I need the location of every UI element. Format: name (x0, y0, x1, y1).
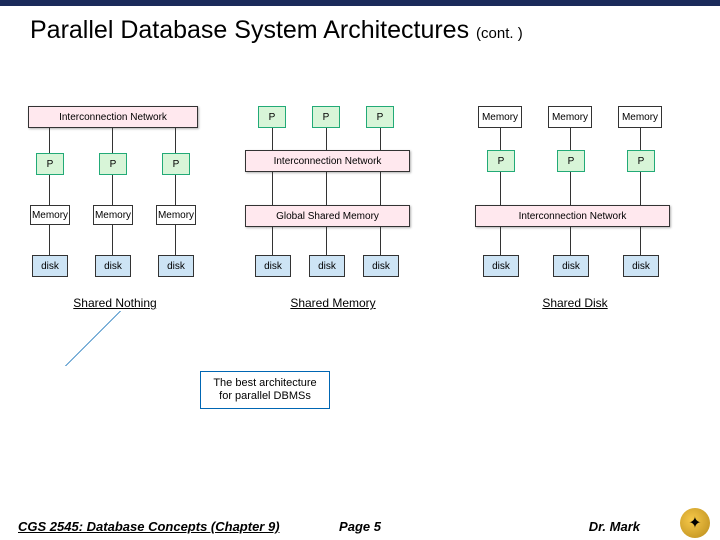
sn-mem3: Memory (156, 205, 196, 225)
sn-p1: P (36, 153, 64, 175)
sd-m3-p (640, 128, 641, 150)
sd-disk1: disk (483, 255, 519, 277)
sm-gsm-d1 (272, 227, 273, 255)
title-main: Parallel Database System Architectures (30, 16, 469, 44)
sd-net-d3 (640, 227, 641, 255)
logo-icon: ✦ (680, 508, 710, 538)
sn-mem1: Memory (30, 205, 70, 225)
sm-net-gsm-2 (326, 172, 327, 205)
sn-c3-net-p (175, 128, 176, 153)
sm-p3: P (366, 106, 394, 128)
sm-disk1: disk (255, 255, 291, 277)
sd-p1: P (487, 150, 515, 172)
sn-mem2: Memory (93, 205, 133, 225)
sm-net-gsm-1 (272, 172, 273, 205)
sm-p1: P (258, 106, 286, 128)
sd-p2-net (570, 172, 571, 205)
caption-shared-disk: Shared Disk (530, 296, 620, 310)
sm-disk3: disk (363, 255, 399, 277)
footer-mid: Page 5 (339, 519, 381, 534)
sn-interconnect: Interconnection Network (28, 106, 198, 128)
sn-p2: P (99, 153, 127, 175)
footer-left: CGS 2545: Database Concepts (Chapter 9) (18, 519, 280, 534)
sn-c1-net-p (49, 128, 50, 153)
sd-p3-net (640, 172, 641, 205)
sd-m2-p (570, 128, 571, 150)
sn-c2-p-mem (112, 175, 113, 205)
page-title: Parallel Database System Architectures (… (0, 6, 720, 45)
sn-c2-net-p (112, 128, 113, 153)
sd-net-d2 (570, 227, 571, 255)
sd-mem3: Memory (618, 106, 662, 128)
sn-c1-mem-disk (49, 225, 50, 255)
caption-shared-memory: Shared Memory (278, 296, 388, 310)
sd-p3: P (627, 150, 655, 172)
sn-disk3: disk (158, 255, 194, 277)
sn-c2-mem-disk (112, 225, 113, 255)
sn-c3-p-mem (175, 175, 176, 205)
title-cont: (cont. ) (476, 25, 523, 42)
sd-mem2: Memory (548, 106, 592, 128)
callout-box: The best architecture for parallel DBMSs (200, 371, 330, 409)
callout-line2: for parallel DBMSs (219, 390, 311, 403)
sd-mem1: Memory (478, 106, 522, 128)
sd-interconnect: Interconnection Network (475, 205, 670, 227)
sm-p2-net (326, 128, 327, 150)
sd-disk2: disk (553, 255, 589, 277)
sd-p2: P (557, 150, 585, 172)
sm-gsm-d2 (326, 227, 327, 255)
sn-disk1: disk (32, 255, 68, 277)
sn-c3-mem-disk (175, 225, 176, 255)
footer: CGS 2545: Database Concepts (Chapter 9) … (0, 519, 720, 534)
diagram-canvas: Interconnection Network P Memory disk P … (0, 76, 720, 456)
footer-right: Dr. Mark (589, 519, 640, 534)
callout-connector (65, 311, 121, 366)
sm-gsm-d3 (380, 227, 381, 255)
sm-disk2: disk (309, 255, 345, 277)
sm-p1-net (272, 128, 273, 150)
sm-interconnect: Interconnection Network (245, 150, 410, 172)
sd-net-d1 (500, 227, 501, 255)
sm-p3-net (380, 128, 381, 150)
sn-disk2: disk (95, 255, 131, 277)
sn-p3: P (162, 153, 190, 175)
sd-disk3: disk (623, 255, 659, 277)
sd-m1-p (500, 128, 501, 150)
sm-gsm: Global Shared Memory (245, 205, 410, 227)
sm-net-gsm-3 (380, 172, 381, 205)
callout-line1: The best architecture (213, 377, 316, 390)
caption-shared-nothing: Shared Nothing (60, 296, 170, 310)
sd-p1-net (500, 172, 501, 205)
sn-c1-p-mem (49, 175, 50, 205)
sm-p2: P (312, 106, 340, 128)
